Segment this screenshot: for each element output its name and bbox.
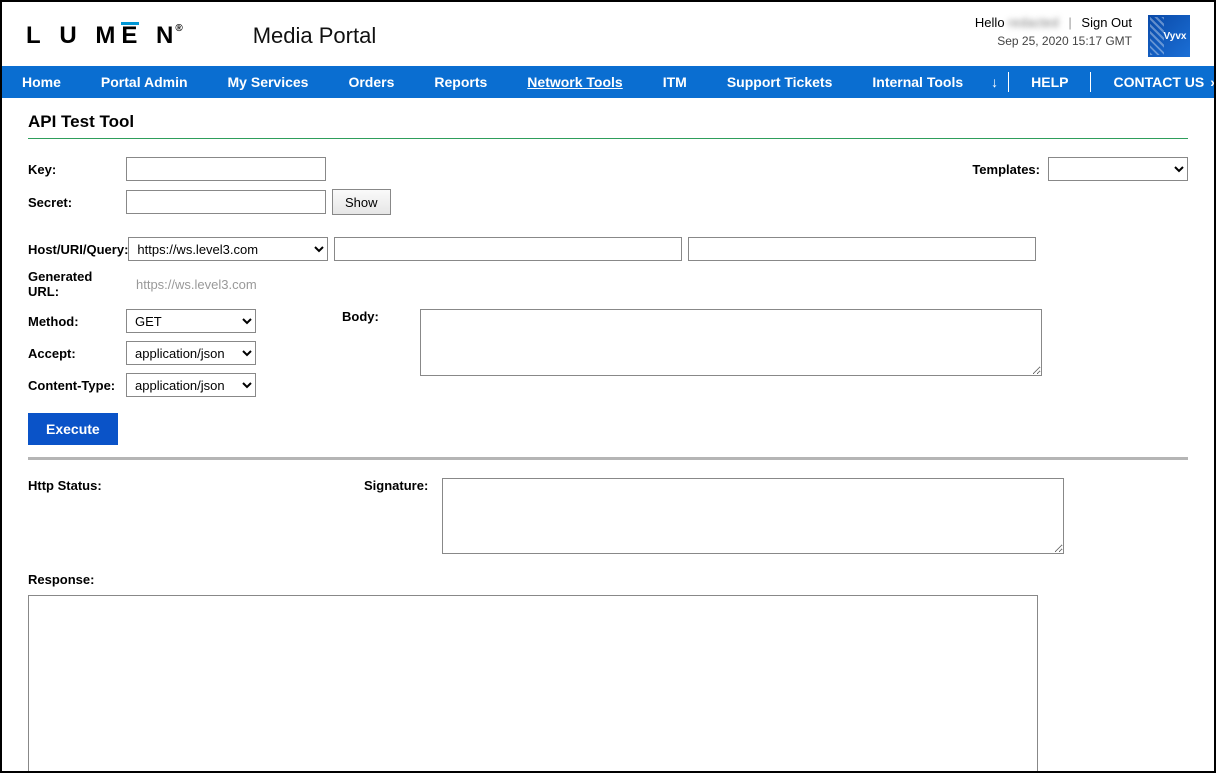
row-key: Key: Templates: [28, 157, 1188, 181]
greeting-name: redacted [1008, 15, 1059, 30]
vyvx-badge-label: Vyvx [1164, 31, 1187, 42]
row-host: Host/URI/Query: https://ws.level3.com [28, 237, 1188, 261]
nav-contact-label: CONTACT US [1113, 74, 1204, 90]
nav-right: HELP CONTACT US › [1006, 66, 1216, 98]
section-divider [28, 457, 1188, 460]
label-host: Host/URI/Query: [28, 242, 128, 257]
row-accept: Accept: application/json [28, 341, 256, 365]
row-secret: Secret: Show [28, 189, 1188, 215]
status-signature-row: Http Status: Signature: [28, 478, 1188, 554]
method-select[interactable]: GET [126, 309, 256, 333]
header: L U ME N® Media Portal Hello redacted | … [2, 2, 1214, 66]
greeting-block: Hello redacted | Sign Out Sep 25, 2020 1… [975, 15, 1132, 48]
body-textarea[interactable] [420, 309, 1042, 376]
signature-textarea[interactable] [442, 478, 1064, 554]
templates-block: Templates: [972, 157, 1188, 181]
nav-itm[interactable]: ITM [643, 66, 707, 98]
content: API Test Tool Key: Templates: Secret: Sh… [2, 98, 1214, 773]
response-textarea[interactable] [28, 595, 1038, 773]
label-accept: Accept: [28, 346, 126, 361]
label-secret: Secret: [28, 195, 126, 210]
nav-overflow-icon[interactable]: ↓ [983, 74, 1006, 90]
header-right: Hello redacted | Sign Out Sep 25, 2020 1… [975, 15, 1190, 57]
row-generated: Generated URL: https://ws.level3.com [28, 269, 1188, 299]
body-block: Body: [276, 309, 1042, 376]
templates-select[interactable] [1048, 157, 1188, 181]
generated-url-value: https://ws.level3.com [136, 277, 257, 292]
content-type-select[interactable]: application/json [126, 373, 256, 397]
row-content-type: Content-Type: application/json [28, 373, 256, 397]
sign-out-link[interactable]: Sign Out [1081, 15, 1132, 30]
header-timestamp: Sep 25, 2020 15:17 GMT [975, 34, 1132, 48]
label-templates: Templates: [972, 162, 1040, 177]
page-title: API Test Tool [28, 112, 1188, 132]
title-rule [28, 138, 1188, 139]
method-body-block: Method: GET Accept: application/json Con… [28, 309, 1188, 405]
nav-network-tools[interactable]: Network Tools [507, 66, 642, 98]
label-response: Response: [28, 572, 1188, 587]
signature-block: Signature: [364, 478, 1064, 554]
nav-reports[interactable]: Reports [414, 66, 507, 98]
vyvx-badge-icon: Vyvx [1148, 15, 1190, 57]
label-generated: Generated URL: [28, 269, 126, 299]
greeting-line: Hello redacted | Sign Out [975, 15, 1132, 30]
query-input[interactable] [688, 237, 1036, 261]
label-http-status: Http Status: [28, 478, 364, 493]
nav-contact-us[interactable]: CONTACT US › [1093, 66, 1216, 98]
nav-help[interactable]: HELP [1011, 66, 1088, 98]
nav-divider [1008, 72, 1009, 92]
spacer [28, 223, 1188, 237]
nav-internal-tools[interactable]: Internal Tools [852, 66, 983, 98]
app-frame: L U ME N® Media Portal Hello redacted | … [0, 0, 1216, 773]
portal-title: Media Portal [253, 23, 377, 49]
greeting-prefix: Hello [975, 15, 1005, 30]
uri-input[interactable] [334, 237, 682, 261]
label-key: Key: [28, 162, 126, 177]
nav-home[interactable]: Home [2, 66, 81, 98]
label-content-type: Content-Type: [28, 378, 126, 393]
label-body: Body: [342, 309, 420, 324]
nav-support-tickets[interactable]: Support Tickets [707, 66, 853, 98]
label-method: Method: [28, 314, 126, 329]
label-signature: Signature: [364, 478, 442, 493]
execute-button[interactable]: Execute [28, 413, 118, 445]
nav-orders[interactable]: Orders [328, 66, 414, 98]
show-button[interactable]: Show [332, 189, 391, 215]
chevron-right-icon: › [1210, 74, 1215, 90]
nav-divider [1090, 72, 1091, 92]
nav-portal-admin[interactable]: Portal Admin [81, 66, 208, 98]
row-method: Method: GET [28, 309, 256, 333]
key-input[interactable] [126, 157, 326, 181]
nav-my-services[interactable]: My Services [208, 66, 329, 98]
separator: | [1068, 15, 1071, 30]
main-nav: Home Portal Admin My Services Orders Rep… [2, 66, 1214, 98]
secret-input[interactable] [126, 190, 326, 214]
host-select[interactable]: https://ws.level3.com [128, 237, 328, 261]
left-block: Method: GET Accept: application/json Con… [28, 309, 256, 405]
accept-select[interactable]: application/json [126, 341, 256, 365]
lumen-logo: L U ME N® [26, 24, 183, 48]
